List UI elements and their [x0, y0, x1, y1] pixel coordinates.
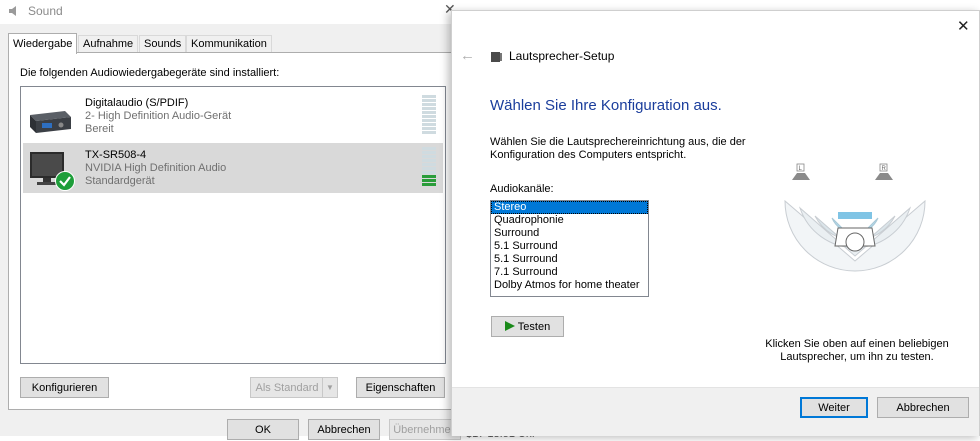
chevron-down-icon[interactable]: ▼ [322, 378, 337, 397]
set-default-label: Als Standard [255, 382, 319, 394]
speaker-setup-dialog: ✕ ← Lautsprecher-Setup Wählen Sie Ihre K… [451, 10, 980, 436]
playback-panel: Die folgenden Audiowiedergabegeräte sind… [8, 52, 460, 410]
meter-segment [422, 131, 436, 134]
audio-channels-label: Audiokanäle: [490, 183, 554, 195]
device-name: TX-SR508-4 [85, 149, 147, 161]
meter-segment [422, 115, 436, 118]
meter-segment [422, 147, 436, 150]
right-speaker-icon[interactable]: R [875, 163, 893, 180]
play-icon [504, 321, 515, 331]
channel-option-5-1-surround-2[interactable]: 5.1 Surround [491, 253, 648, 266]
test-button-label: Testen [517, 321, 551, 333]
configure-button[interactable]: Konfigurieren [20, 377, 109, 398]
meter-segment [422, 123, 436, 126]
tab-kommunikation[interactable]: Kommunikation [186, 35, 272, 53]
device-subtitle: 2- High Definition Audio-Gerät [85, 110, 232, 122]
channel-option-quadrophonie[interactable]: Quadrophonie [491, 214, 648, 227]
spdif-receiver-icon [30, 111, 71, 133]
next-button[interactable]: Weiter [800, 397, 868, 418]
device-subtitle: NVIDIA High Definition Audio [85, 162, 227, 174]
test-button[interactable]: Testen [491, 316, 564, 337]
wizard-title: Lautsprecher-Setup [509, 49, 615, 63]
meter-segment [422, 175, 436, 178]
sound-titlebar: Sound ✕ [0, 0, 466, 24]
meter-segment [422, 179, 436, 182]
wizard-cancel-button[interactable]: Abbrechen [877, 397, 969, 418]
tab-sounds[interactable]: Sounds [139, 35, 187, 53]
channel-option-surround[interactable]: Surround [491, 227, 648, 240]
audio-channels-list[interactable]: Stereo Quadrophonie Surround 5.1 Surroun… [490, 200, 649, 297]
meter-segment [422, 99, 436, 102]
meter-segment [422, 151, 436, 154]
speaker-diagram: L R [784, 163, 926, 272]
channel-option-stereo[interactable]: Stereo [491, 201, 648, 214]
default-device-check-icon [55, 171, 75, 191]
device-name: Digitalaudio (S/PDIF) [85, 97, 189, 109]
meter-segment [422, 159, 436, 162]
speaker-icon [491, 52, 502, 62]
meter-segment [422, 163, 436, 166]
set-default-button[interactable]: Als Standard ▼ [250, 377, 338, 398]
meter-segment [422, 167, 436, 170]
sound-dialog: Sound ✕ Wiedergabe Aufnahme Sounds Kommu… [0, 0, 466, 440]
ok-button[interactable]: OK [227, 419, 299, 440]
speaker-test-hint: Klicken Sie oben auf einen beliebigen La… [765, 338, 949, 363]
left-speaker-icon[interactable]: L [792, 163, 810, 180]
device-row-tx-sr508[interactable]: TX-SR508-4 NVIDIA High Definition Audio … [23, 143, 443, 193]
cancel-button[interactable]: Abbrechen [308, 419, 380, 440]
wizard-close-icon[interactable]: ✕ [957, 17, 970, 35]
sound-dialog-title: Sound [28, 4, 63, 18]
tab-wiedergabe[interactable]: Wiedergabe [8, 33, 78, 54]
channel-option-7-1-surround[interactable]: 7.1 Surround [491, 266, 648, 279]
right-speaker-label: R [882, 166, 887, 172]
meter-segment [422, 119, 436, 122]
properties-button[interactable]: Eigenschaften [356, 377, 445, 398]
device-status: Bereit [85, 123, 114, 135]
meter-segment [422, 183, 436, 186]
device-status: Standardgerät [85, 175, 155, 187]
meter-segment [422, 95, 436, 98]
device-list-caption: Die folgenden Audiowiedergabegeräte sind… [20, 67, 280, 79]
device-list[interactable]: Digitalaudio (S/PDIF) 2- High Definition… [20, 86, 446, 364]
wizard-footer: Weiter Abbrechen [452, 387, 979, 436]
listener-icon [834, 227, 876, 252]
meter-segment [422, 171, 436, 174]
meter-segment [422, 127, 436, 130]
volume-meter [422, 147, 436, 187]
wizard-description: Wählen Sie die Lautsprechereinrichtung a… [490, 136, 746, 161]
device-row-spdif[interactable]: Digitalaudio (S/PDIF) 2- High Definition… [23, 91, 443, 141]
channel-option-dolby-atmos[interactable]: Dolby Atmos for home theater [491, 279, 648, 292]
meter-segment [422, 155, 436, 158]
meter-segment [422, 111, 436, 114]
tab-aufnahme[interactable]: Aufnahme [78, 35, 139, 53]
speaker-app-icon [9, 6, 16, 16]
meter-segment [422, 103, 436, 106]
channel-option-5-1-surround[interactable]: 5.1 Surround [491, 240, 648, 253]
wizard-heading: Wählen Sie Ihre Konfiguration aus. [490, 97, 722, 114]
volume-meter [422, 95, 436, 135]
meter-segment [422, 107, 436, 110]
back-arrow-icon[interactable]: ← [460, 47, 475, 64]
